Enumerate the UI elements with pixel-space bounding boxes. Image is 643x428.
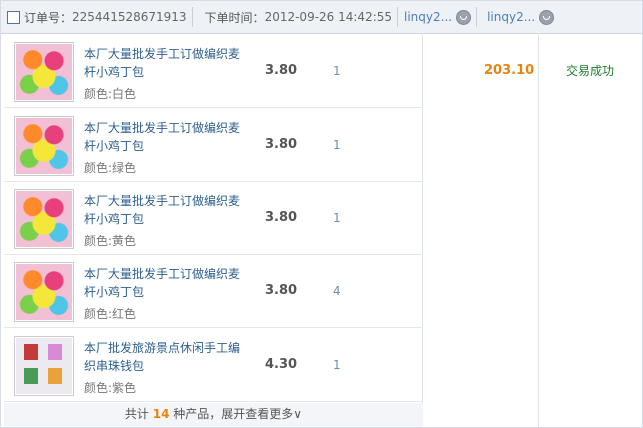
product-color: 颜色:黄色 [84,234,137,248]
more-prefix: 共计 [124,407,153,421]
product-thumbnail[interactable] [14,189,74,249]
product-price: 3.80 [265,137,298,152]
product-quantity: 1 [333,358,341,372]
product-thumbnail[interactable] [14,336,74,396]
header-divider [191,7,193,27]
more-suffix: 种产品，展开查看更多 [169,407,294,421]
list-item: 本厂大量批发手工订做编织麦杆小鸡丁包 颜色:白色 3.80 1 [4,35,423,108]
chevron-down-icon: ∨ [293,407,303,421]
product-thumbnail[interactable] [14,42,74,102]
order-time: 2012-09-26 14:42:55 [264,10,393,24]
product-title[interactable]: 本厂大量批发手工订做编织麦杆小鸡丁包 [84,265,249,301]
yarn-chick-bag-image [16,44,72,100]
list-item: 本厂大量批发手工订做编织麦杆小鸡丁包 颜色:绿色 3.80 1 [4,109,423,182]
seller-chat-icon[interactable] [539,9,555,25]
product-quantity: 1 [333,211,341,225]
product-color: 颜色:白色 [84,87,137,101]
product-quantity: 4 [333,284,341,298]
product-thumbnail[interactable] [14,116,74,176]
order-header: 订单号： 225441528671913 下单时间： 2012-09-26 14… [1,1,642,34]
order-total: 203.10 [484,63,535,78]
product-thumbnail[interactable] [14,262,74,322]
order-number-label: 订单号： [24,10,73,25]
seller-link[interactable]: linqy2... [487,10,535,24]
order-checkbox[interactable] [7,10,20,24]
product-title[interactable]: 本厂大量批发手工订做编织麦杆小鸡丁包 [84,119,249,155]
product-color: 颜色:紫色 [84,381,137,395]
column-divider [538,35,539,427]
list-item: 本厂批发旅游景点休闲手工编织串珠钱包 颜色:紫色 4.30 1 [4,329,423,402]
yarn-chick-bag-image [16,264,72,320]
header-divider [397,7,399,27]
product-title[interactable]: 本厂批发旅游景点休闲手工编织串珠钱包 [84,339,249,375]
product-count: 14 [152,407,170,421]
list-item: 本厂大量批发手工订做编织麦杆小鸡丁包 颜色:红色 3.80 4 [4,255,423,328]
item-list: 本厂大量批发手工订做编织麦杆小鸡丁包 颜色:白色 3.80 1 本厂大量批发手工… [4,35,423,427]
order-time-label: 下单时间： [204,10,265,25]
yarn-chick-bag-image [16,191,72,247]
list-item: 本厂大量批发手工订做编织麦杆小鸡丁包 颜色:黄色 3.80 1 [4,182,423,255]
expand-more-link[interactable]: 共计 14 种产品，展开查看更多∨ [4,403,423,427]
product-quantity: 1 [333,64,341,78]
product-color: 颜色:红色 [84,307,137,321]
product-title[interactable]: 本厂大量批发手工订做编织麦杆小鸡丁包 [84,192,249,228]
order-number: 225441528671913 [72,10,187,24]
product-price: 3.80 [265,210,298,225]
buyer-link[interactable]: linqy2... [404,10,452,24]
product-price: 4.30 [265,357,298,372]
product-color: 颜色:绿色 [84,161,137,175]
product-title[interactable]: 本厂大量批发手工订做编织麦杆小鸡丁包 [84,45,249,81]
header-divider [476,7,478,27]
buyer-chat-icon[interactable] [456,9,472,25]
beaded-purse-image [16,338,72,394]
yarn-chick-bag-image [16,118,72,174]
product-quantity: 1 [333,138,341,152]
product-price: 3.80 [265,283,298,298]
order-status[interactable]: 交易成功 [566,62,614,79]
product-price: 3.80 [265,63,298,78]
order-card: 订单号： 225441528671913 下单时间： 2012-09-26 14… [0,0,643,428]
